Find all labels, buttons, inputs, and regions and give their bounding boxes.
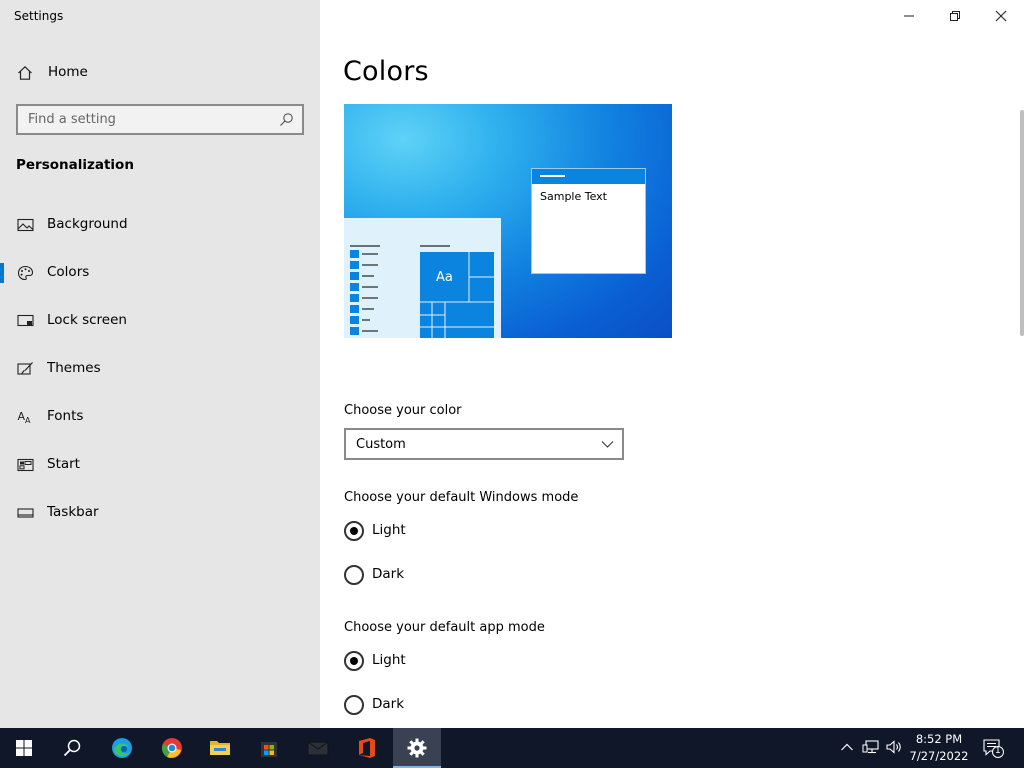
radio-circle bbox=[344, 651, 364, 671]
sidebar-item-background[interactable]: Background bbox=[0, 205, 320, 245]
search-icon[interactable] bbox=[279, 112, 294, 127]
chevron-down-icon bbox=[601, 441, 614, 448]
search-input[interactable] bbox=[18, 106, 302, 133]
color-dropdown-value: Custom bbox=[356, 437, 406, 452]
svg-text:A: A bbox=[25, 416, 31, 425]
radio-label: Light bbox=[372, 652, 406, 668]
sidebar-item-taskbar[interactable]: Taskbar bbox=[0, 493, 320, 533]
sidebar-item-colors[interactable]: Colors bbox=[0, 253, 320, 293]
edge-icon bbox=[112, 738, 132, 758]
clock-time[interactable]: 8:52 PM bbox=[904, 732, 974, 746]
close-icon bbox=[995, 10, 1007, 22]
color-dropdown[interactable]: Custom bbox=[344, 428, 624, 460]
minimize-icon bbox=[904, 15, 914, 17]
app-mode-label: Choose your default app mode bbox=[344, 620, 545, 635]
home-icon bbox=[18, 65, 32, 80]
app-title: Settings bbox=[14, 9, 64, 23]
taskbar-search-button[interactable] bbox=[48, 728, 96, 768]
radio-circle bbox=[344, 565, 364, 585]
sidebar-item-label: Background bbox=[47, 216, 128, 232]
window-controls bbox=[886, 0, 1024, 32]
search-icon bbox=[63, 739, 81, 757]
sidebar-item-label: Taskbar bbox=[47, 504, 99, 520]
sample-text: Sample Text bbox=[540, 190, 607, 203]
sidebar-item-fonts[interactable]: A A Fonts bbox=[0, 397, 320, 437]
preview-tile-text: Aa bbox=[436, 270, 453, 285]
nav-home-label: Home bbox=[48, 64, 88, 80]
sidebar-item-lock-screen[interactable]: Lock screen bbox=[0, 301, 320, 341]
store-icon bbox=[261, 742, 277, 757]
radio-circle bbox=[344, 521, 364, 541]
windows-mode-label: Choose your default Windows mode bbox=[344, 490, 579, 505]
office-icon bbox=[359, 738, 375, 758]
preview-tiles bbox=[350, 245, 494, 338]
notifications-button[interactable]: 1 bbox=[982, 738, 1004, 758]
taskbar-icon bbox=[17, 508, 34, 518]
minimize-button[interactable] bbox=[886, 0, 932, 32]
restore-button[interactable] bbox=[932, 0, 978, 32]
file-explorer-icon bbox=[210, 741, 230, 755]
taskbar-settings[interactable] bbox=[393, 728, 441, 768]
brush-icon bbox=[17, 362, 33, 375]
theme-preview: Aa Sample Text bbox=[344, 104, 672, 338]
start-button[interactable] bbox=[0, 728, 48, 768]
section-title: Personalization bbox=[16, 157, 134, 173]
sidebar-item-label: Fonts bbox=[47, 408, 84, 424]
chrome-icon bbox=[162, 738, 182, 758]
windows-logo-icon bbox=[16, 740, 32, 756]
palette-icon bbox=[17, 265, 34, 281]
app-mode-light-radio[interactable]: Light bbox=[344, 649, 544, 673]
taskbar-store[interactable] bbox=[245, 728, 293, 768]
radio-label: Light bbox=[372, 522, 406, 538]
nav-home[interactable]: Home bbox=[0, 56, 320, 90]
sidebar-item-label: Colors bbox=[47, 264, 90, 280]
fonts-icon: A A bbox=[18, 410, 32, 425]
preview-sample-window: Sample Text bbox=[531, 168, 646, 274]
sidebar-item-start[interactable]: Start bbox=[0, 445, 320, 485]
taskbar: 8:52 PM 7/27/2022 1 bbox=[0, 728, 1024, 768]
lock-screen-icon bbox=[17, 314, 34, 327]
radio-label: Dark bbox=[372, 696, 405, 712]
chevron-up-icon[interactable] bbox=[840, 739, 854, 755]
taskbar-office[interactable] bbox=[343, 728, 391, 768]
radio-circle bbox=[344, 695, 364, 715]
volume-icon[interactable] bbox=[885, 739, 903, 755]
taskbar-file-explorer[interactable] bbox=[196, 728, 244, 768]
mail-icon bbox=[307, 741, 329, 756]
sidebar: Settings Home Personalization Background… bbox=[0, 0, 320, 728]
taskbar-edge[interactable] bbox=[98, 728, 146, 768]
notification-count: 1 bbox=[995, 745, 1001, 756]
taskbar-chrome[interactable] bbox=[148, 728, 196, 768]
search-box[interactable] bbox=[16, 104, 304, 135]
close-button[interactable] bbox=[978, 0, 1024, 32]
network-icon[interactable] bbox=[862, 739, 880, 755]
main-content: Colors Aa Sample Text Choose your color … bbox=[320, 0, 1024, 728]
restore-icon bbox=[950, 11, 960, 21]
scrollbar[interactable] bbox=[1020, 110, 1024, 336]
sidebar-item-label: Themes bbox=[47, 360, 101, 376]
sidebar-item-themes[interactable]: Themes bbox=[0, 349, 320, 389]
sidebar-item-label: Start bbox=[47, 456, 80, 472]
preview-start-menu: Aa bbox=[344, 218, 501, 338]
windows-mode-light-radio[interactable]: Light bbox=[344, 519, 544, 543]
app-mode-dark-radio[interactable]: Dark bbox=[344, 693, 544, 717]
windows-mode-dark-radio[interactable]: Dark bbox=[344, 563, 544, 587]
sidebar-item-label: Lock screen bbox=[47, 312, 127, 328]
taskbar-mail[interactable] bbox=[294, 728, 342, 768]
start-icon bbox=[17, 458, 34, 472]
settings-icon bbox=[407, 738, 427, 758]
page-title: Colors bbox=[343, 56, 429, 87]
radio-label: Dark bbox=[372, 566, 405, 582]
clock-date[interactable]: 7/27/2022 bbox=[904, 749, 974, 763]
picture-icon bbox=[17, 218, 34, 232]
choose-color-label: Choose your color bbox=[344, 403, 462, 418]
